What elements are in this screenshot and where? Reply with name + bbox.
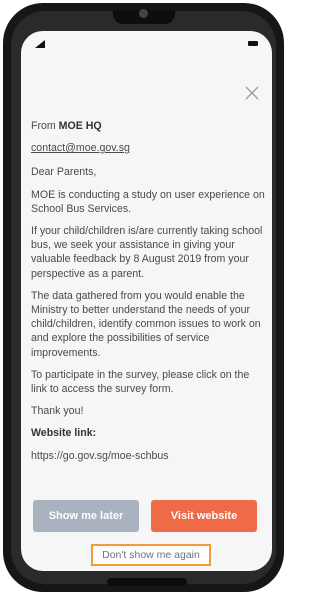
bottom-slot <box>107 578 187 586</box>
thank-you: Thank you! <box>31 405 84 418</box>
signal-icon <box>35 40 45 48</box>
show-me-later-button[interactable]: Show me later <box>33 500 139 532</box>
dont-show-again-link[interactable]: Don't show me again <box>91 544 211 566</box>
greeting: Dear Parents, <box>31 166 97 179</box>
paragraph: If your child/children is/are currently … <box>31 225 263 280</box>
paragraph: To participate in the survey, please cli… <box>31 368 250 396</box>
camera <box>139 9 148 18</box>
website-label: Website link: <box>31 427 97 440</box>
close-icon[interactable] <box>242 83 262 103</box>
phone-frame: From MOE HQ contact@moe.gov.sg Dear Pare… <box>3 3 284 592</box>
from-prefix: From <box>31 120 56 132</box>
status-bar <box>21 31 272 57</box>
paragraph: The data gathered from you would enable … <box>31 289 261 359</box>
from-line: From MOE HQ <box>31 119 267 133</box>
visit-website-button[interactable]: Visit website <box>151 500 257 532</box>
email-link[interactable]: contact@moe.gov.sg <box>31 141 267 155</box>
paragraph: MOE is conducting a study on user experi… <box>31 188 265 215</box>
sender-name: MOE HQ <box>58 120 102 132</box>
screen: From MOE HQ contact@moe.gov.sg Dear Pare… <box>21 31 272 571</box>
battery-icon <box>248 41 258 46</box>
website-url[interactable]: https://go.gov.sg/moe-schbus <box>31 449 267 463</box>
message-body: From MOE HQ contact@moe.gov.sg Dear Pare… <box>31 119 267 471</box>
